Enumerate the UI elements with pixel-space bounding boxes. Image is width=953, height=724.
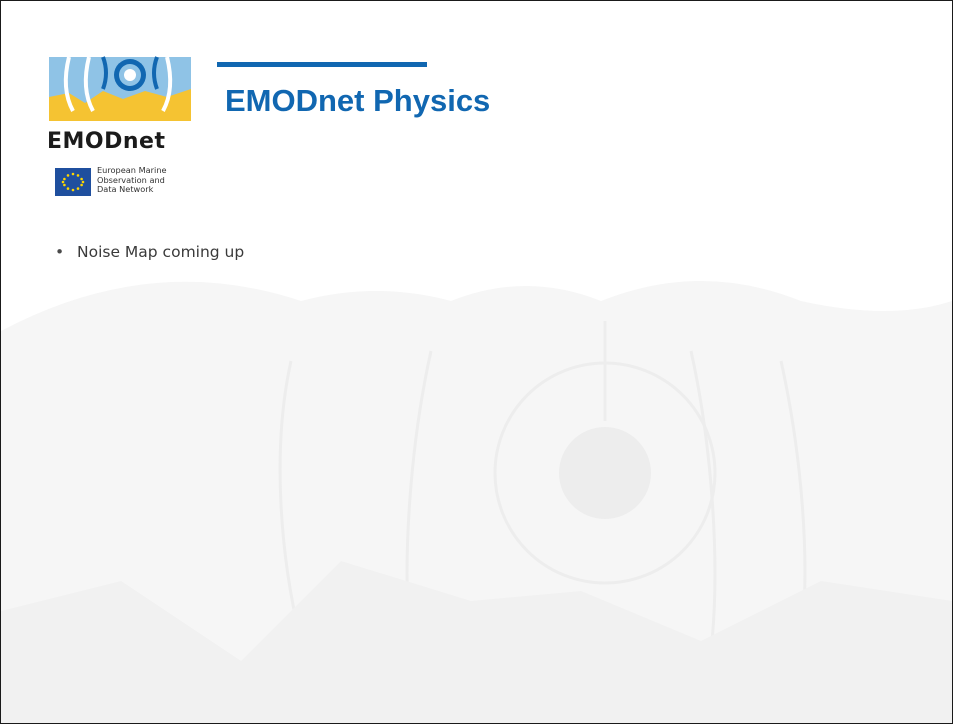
emodnet-logo: EMODnet European Marine Observation and … xyxy=(45,53,195,203)
logo-subtitle-line: Data Network xyxy=(97,184,154,195)
logo-wordmark: EMODnet xyxy=(47,129,166,154)
bullet-list: • Noise Map coming up xyxy=(55,243,244,261)
slide-title: EMODnet Physics xyxy=(225,83,491,118)
bullet-item: • Noise Map coming up xyxy=(55,243,244,261)
bullet-text: Noise Map coming up xyxy=(77,243,245,261)
slide: EMODnet European Marine Observation and … xyxy=(0,0,953,724)
emodnet-logo-icon xyxy=(49,56,191,121)
title-accent-bar xyxy=(217,62,427,67)
eu-flag-icon xyxy=(55,168,91,196)
bullet-icon: • xyxy=(55,243,65,261)
logo-subtitle: European Marine Observation and Data Net… xyxy=(97,165,167,195)
